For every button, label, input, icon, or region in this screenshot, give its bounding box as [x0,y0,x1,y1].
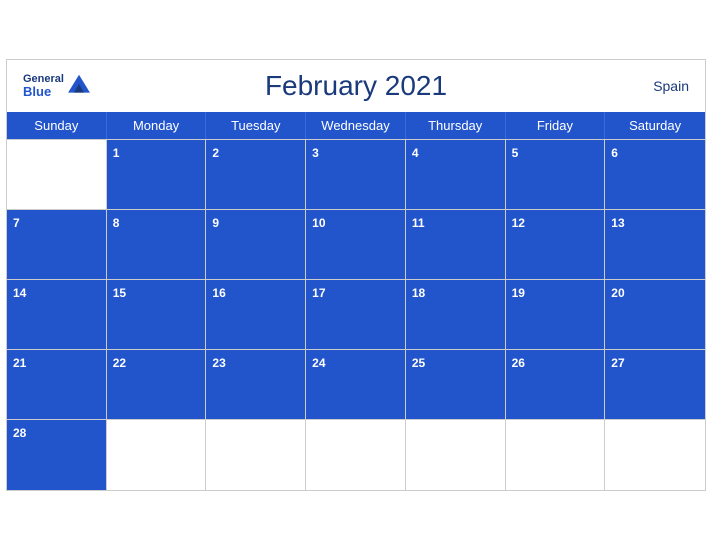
day-cell: 1 [107,140,207,210]
day-number: 14 [13,286,26,300]
day-cell [605,420,705,490]
day-cell: 22 [107,350,207,420]
day-cell [306,420,406,490]
day-number: 17 [312,286,325,300]
day-cell: 16 [206,280,306,350]
days-header: Sunday Monday Tuesday Wednesday Thursday… [7,112,705,139]
day-header-saturday: Saturday [605,112,705,139]
day-cell: 15 [107,280,207,350]
logo-area: General Blue [23,73,90,99]
day-cell: 11 [406,210,506,280]
day-cell: 9 [206,210,306,280]
day-number: 13 [611,216,624,230]
day-number: 24 [312,356,325,370]
day-cell: 19 [506,280,606,350]
logo-blue: Blue [23,85,64,99]
day-cell: 5 [506,140,606,210]
logo-icon [68,75,90,93]
day-header-monday: Monday [107,112,207,139]
day-cell: 2 [206,140,306,210]
day-cell: 13 [605,210,705,280]
day-number: 3 [312,146,319,160]
day-number: 7 [13,216,20,230]
day-number: 10 [312,216,325,230]
day-number: 23 [212,356,225,370]
day-cell: 21 [7,350,107,420]
calendar: General Blue February 2021 Spain Sunday … [6,59,706,491]
country-label: Spain [653,78,689,94]
day-cell: 17 [306,280,406,350]
day-number: 8 [113,216,120,230]
day-number: 27 [611,356,624,370]
day-cell: 27 [605,350,705,420]
day-cell: 4 [406,140,506,210]
day-number: 22 [113,356,126,370]
day-cell: 10 [306,210,406,280]
day-cell: 24 [306,350,406,420]
day-header-wednesday: Wednesday [306,112,406,139]
day-cell: 6 [605,140,705,210]
day-cell: 28 [7,420,107,490]
calendar-header: General Blue February 2021 Spain [7,60,705,112]
day-number: 25 [412,356,425,370]
day-cell [506,420,606,490]
day-number: 28 [13,426,26,440]
day-cell [7,140,107,210]
day-number: 2 [212,146,219,160]
day-number: 20 [611,286,624,300]
day-header-friday: Friday [506,112,606,139]
day-cell [406,420,506,490]
day-number: 11 [412,216,425,230]
day-number: 19 [512,286,525,300]
day-cell [206,420,306,490]
day-cell: 18 [406,280,506,350]
day-cell: 25 [406,350,506,420]
day-cell: 14 [7,280,107,350]
day-number: 18 [412,286,425,300]
day-number: 21 [13,356,26,370]
month-title: February 2021 [265,70,447,102]
day-cell: 26 [506,350,606,420]
day-number: 9 [212,216,219,230]
day-header-thursday: Thursday [406,112,506,139]
day-number: 12 [512,216,525,230]
day-number: 5 [512,146,519,160]
calendar-grid: 1234567891011121314151617181920212223242… [7,139,705,490]
day-number: 26 [512,356,525,370]
day-cell: 23 [206,350,306,420]
day-number: 6 [611,146,618,160]
day-number: 1 [113,146,120,160]
day-cell: 7 [7,210,107,280]
day-header-tuesday: Tuesday [206,112,306,139]
day-cell [107,420,207,490]
day-number: 4 [412,146,419,160]
day-number: 16 [212,286,225,300]
day-header-sunday: Sunday [7,112,107,139]
day-cell: 20 [605,280,705,350]
day-cell: 3 [306,140,406,210]
day-number: 15 [113,286,126,300]
day-cell: 12 [506,210,606,280]
day-cell: 8 [107,210,207,280]
